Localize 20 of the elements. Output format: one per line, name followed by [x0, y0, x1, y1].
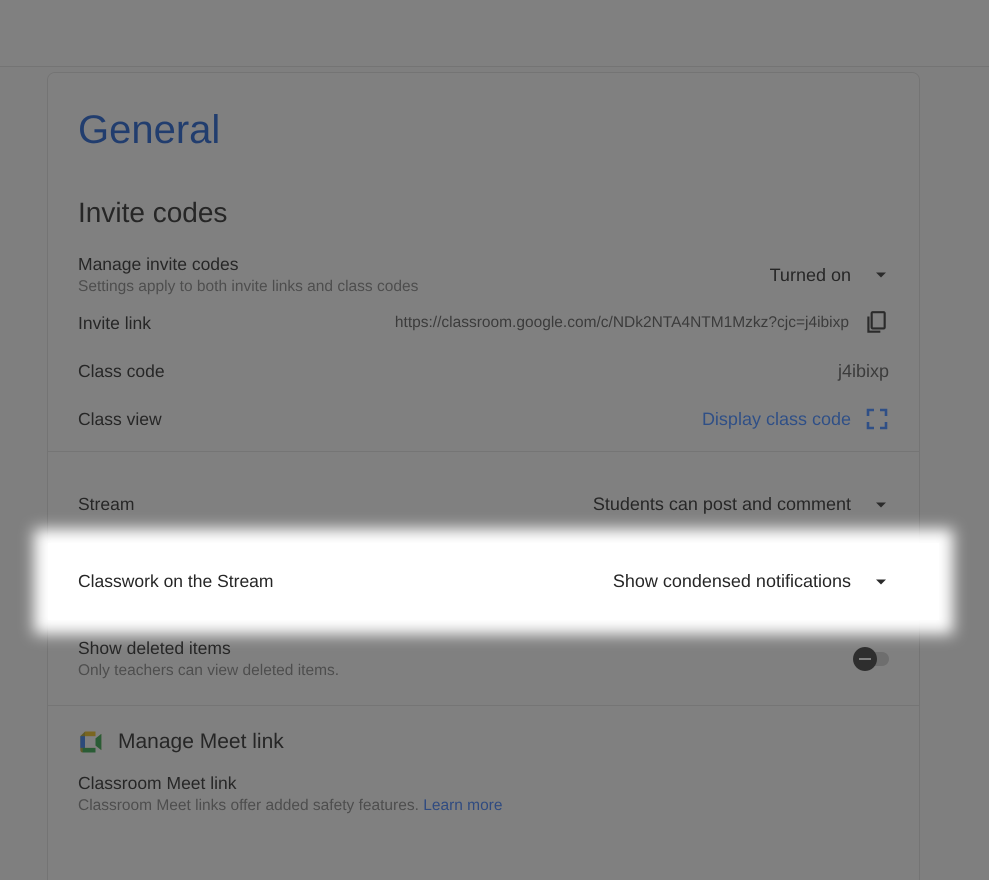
toggle-switch[interactable]: [853, 646, 889, 670]
setting-dropdown[interactable]: Turned on: [770, 264, 889, 286]
display-class-code-link[interactable]: Display class code: [702, 408, 851, 430]
learn-more-link[interactable]: Learn more: [423, 797, 502, 814]
setting-dropdown[interactable]: Students can post and comment: [592, 494, 889, 515]
setting-label: Class view: [78, 408, 162, 430]
class-code-value: j4ibixp: [838, 360, 889, 382]
setting-label: Manage invite codes: [78, 254, 240, 275]
setting-dropdown[interactable]: Show condensed notifications: [612, 571, 889, 592]
fullscreen-icon[interactable]: [865, 407, 889, 431]
invite-link-text: https://classroom.google.com/c/NDk2NTA4NTM1Mzkz?cjc=j4ibixp: [394, 314, 849, 332]
section-heading: Manage Meet link: [118, 730, 284, 754]
setting-label: Class code: [78, 360, 165, 382]
section-heading: Invite codes: [78, 197, 228, 229]
setting-label: Invite link: [78, 312, 151, 334]
setting-label: Classwork on the Stream: [78, 571, 274, 592]
setting-label: Classroom Meet link: [78, 773, 238, 794]
page-title: General: [78, 107, 222, 153]
setting-label: Stream: [78, 494, 134, 515]
setting-label: Show deleted items: [78, 638, 232, 658]
